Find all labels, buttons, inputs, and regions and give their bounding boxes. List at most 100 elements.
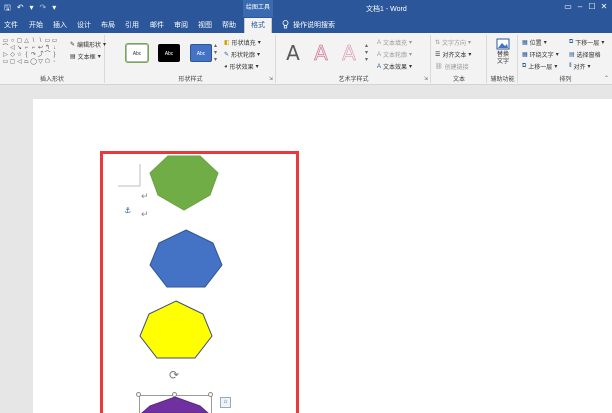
shape-gallery-item[interactable]: ▭ <box>2 38 9 45</box>
shape-gallery-item[interactable]: ⌐ <box>23 45 30 52</box>
text-box-button[interactable]: ▤ 文本框 ▾ <box>70 52 101 61</box>
shape-gallery-item[interactable]: ◦ <box>51 59 58 66</box>
dialog-launcher-icon[interactable]: ⇲ <box>269 76 273 82</box>
shape-gallery-item[interactable]: ↷ <box>30 52 37 59</box>
minimize-icon[interactable]: – <box>574 2 586 11</box>
align-text-button[interactable]: ☰ 对齐文本 ▾ <box>435 50 471 59</box>
tab-references[interactable]: 引用 <box>125 20 139 30</box>
text-direction-label: 文字方向 <box>442 41 467 47</box>
shape-outline-button[interactable]: ✎ 形状轮廓 ▾ <box>224 50 260 59</box>
shape-gallery-item[interactable]: ◇ <box>9 52 16 59</box>
bring-forward-icon: ⧉ <box>522 63 527 69</box>
tab-design[interactable]: 设计 <box>77 20 91 30</box>
tab-help[interactable]: 帮助 <box>222 20 236 30</box>
tab-file[interactable]: 文件 <box>4 20 18 30</box>
shape-gallery-item[interactable]: } <box>51 52 58 59</box>
send-backward-button[interactable]: ⧉ 下移一层 ▾ <box>569 38 604 47</box>
shape-gallery-item[interactable]: ⌒ <box>44 52 51 59</box>
edit-shape-button[interactable]: ✎ 编辑形状 ▾ <box>70 40 106 49</box>
shape-gallery-item[interactable]: ○ <box>9 38 16 45</box>
shape-gallery-item[interactable]: ⌐ <box>30 45 37 52</box>
drawing-tools-context-header: 绘图工具 <box>243 0 273 17</box>
shape-gallery-item[interactable]: ▭ <box>44 38 51 45</box>
accessibility-group: 替换文字 辅助功能 <box>488 35 518 83</box>
text-effects-button[interactable]: A 文本效果 ▾ <box>377 62 412 72</box>
alt-text-button[interactable]: 替换文字 <box>491 38 515 66</box>
shape-gallery-item[interactable]: ↩ <box>37 45 44 52</box>
text-outline-button[interactable]: A 文本轮廓 ▾ <box>377 50 412 60</box>
shape-gallery-item[interactable]: \ <box>37 38 44 45</box>
selection-pane-button[interactable]: ▤ 选择窗格 <box>569 50 601 59</box>
wordart-style-2[interactable]: A <box>310 40 332 66</box>
position-button[interactable]: ▦ 位置 ▾ <box>522 38 547 47</box>
align-label: 对齐 <box>573 65 586 71</box>
shape-gallery-item[interactable]: ☆ <box>16 52 23 59</box>
shape-style-preset[interactable]: Abc <box>126 44 148 62</box>
tab-layout[interactable]: 布局 <box>101 20 115 30</box>
wordart-style-1[interactable]: A <box>282 40 304 66</box>
shape-gallery-item[interactable]: ↘ <box>16 45 23 52</box>
shape-gallery-item[interactable]: ▢ <box>16 38 23 45</box>
undo-icon[interactable]: ↶ <box>17 3 24 13</box>
save-icon[interactable]: 🖫 <box>4 3 11 13</box>
link-icon: ⛓ <box>435 64 443 70</box>
send-backward-icon: ⧉ <box>569 39 574 45</box>
text-fill-button[interactable]: A 文本填充 ▾ <box>377 38 412 48</box>
chevron-down-icon: ▾ <box>587 64 591 70</box>
shape-style-preset[interactable]: Abc <box>158 44 180 62</box>
shape-gallery-item[interactable]: ⬠ <box>44 59 51 66</box>
undo-dropdown-icon[interactable]: ▾ <box>30 3 34 13</box>
shape-fill-button[interactable]: ◧ 形状填充 ▾ <box>224 38 261 47</box>
shape-gallery-item[interactable]: ⏢ <box>23 59 30 66</box>
shape-gallery-item[interactable]: ◁ <box>9 45 16 52</box>
shape-gallery-item[interactable]: ◯ <box>30 59 37 66</box>
wrap-text-icon: ▦ <box>522 52 528 58</box>
position-icon: ▦ <box>522 40 528 46</box>
position-label: 位置 <box>529 41 542 47</box>
shape-gallery-item[interactable]: \ <box>30 38 37 45</box>
tab-view[interactable]: 视图 <box>198 20 212 30</box>
wrap-text-button[interactable]: ▦ 环绕文字 ▾ <box>522 50 559 59</box>
paint-bucket-icon: ◧ <box>224 40 230 46</box>
shape-gallery-item[interactable]: ▭ <box>2 59 9 66</box>
shape-gallery-item[interactable]: ↓ <box>51 45 58 52</box>
tab-review[interactable]: 审阅 <box>174 20 188 30</box>
create-link-button[interactable]: ⛓ 创建链接 <box>435 62 469 71</box>
shape-effects-button[interactable]: ◕ 形状效果 ▾ <box>224 62 259 72</box>
shape-gallery-item[interactable]: { <box>23 52 30 59</box>
gallery-scroll-icon[interactable]: ▴ ▾ ▾ <box>365 43 368 64</box>
wordart-style-3[interactable]: A <box>338 40 360 66</box>
tab-format[interactable]: 格式 <box>244 18 272 33</box>
close-icon[interactable]: ✕ <box>598 2 610 11</box>
shape-gallery-item[interactable]: ◁ <box>16 59 23 66</box>
tab-mailings[interactable]: 邮件 <box>150 20 164 30</box>
shape-outline-label: 形状轮廓 <box>231 53 256 59</box>
shape-gallery-item[interactable]: ↰ <box>44 45 51 52</box>
tab-insert[interactable]: 插入 <box>53 20 67 30</box>
bring-forward-label: 上移一层 <box>528 65 553 71</box>
text-direction-icon: ⇅ <box>435 40 441 46</box>
maximize-icon[interactable]: ☐ <box>586 2 598 11</box>
shapes-gallery[interactable]: ▭ ○ ▢ △ \ \ ▭ ▭ ⌒ ◁ ↘ ⌐ ⌐ ↩ ↰ ↓ ▷ ◇ ☆{↷ ⤴ ⌒} ▭ ▢ ◁ ⏢ ◯ ▽ ⬠ ◦ <box>2 38 60 66</box>
tab-home[interactable]: 开始 <box>29 20 43 30</box>
arrange-group-label: 排列 <box>559 77 572 83</box>
collapse-ribbon-icon[interactable]: ⌃ <box>604 75 609 82</box>
align-button[interactable]: ⫴ 对齐 ▾ <box>569 62 591 71</box>
shape-gallery-item[interactable]: △ <box>23 38 30 45</box>
shape-gallery-item[interactable]: ⤴ <box>37 52 44 59</box>
shape-style-preset[interactable]: Abc <box>190 44 212 62</box>
wordart-styles-group-label: 艺术字样式 <box>338 77 369 83</box>
gallery-scroll-icon[interactable]: ▴ ▾ ▾ <box>214 43 217 64</box>
shape-gallery-item[interactable]: ▭ <box>51 38 58 45</box>
redo-icon[interactable]: ↷ <box>40 3 47 13</box>
tell-me-search[interactable]: 操作说明搜索 <box>282 20 335 30</box>
text-direction-button[interactable]: ⇅ 文字方向 ▾ <box>435 38 471 47</box>
customize-qat-icon[interactable]: ▾ <box>52 3 56 13</box>
shape-gallery-item[interactable]: ▢ <box>9 59 16 66</box>
shape-gallery-item[interactable]: ▽ <box>37 59 44 66</box>
shape-gallery-item[interactable]: ⌒ <box>2 45 9 52</box>
shape-gallery-item[interactable]: ▷ <box>2 52 9 59</box>
dialog-launcher-icon[interactable]: ⇲ <box>424 76 428 82</box>
ribbon-display-options-icon[interactable]: ▭ <box>562 2 574 11</box>
bring-forward-button[interactable]: ⧉ 上移一层 ▾ <box>522 62 557 71</box>
